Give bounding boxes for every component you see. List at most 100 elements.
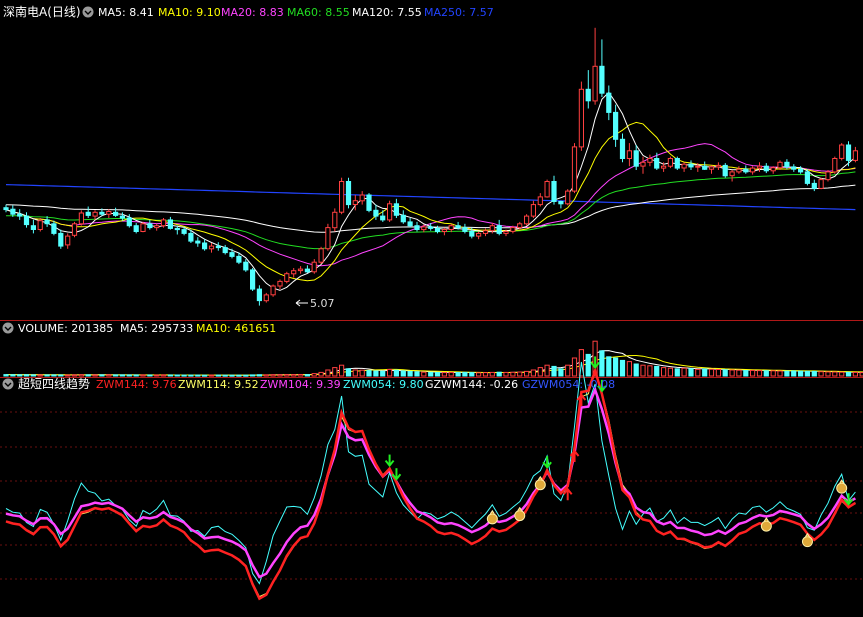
indicator-panel-toggle[interactable]	[2, 378, 14, 390]
volume-bar	[359, 369, 365, 377]
candlestick[interactable]	[524, 214, 530, 226]
volume-bar	[551, 365, 557, 377]
legend-vol-ma10: MA10: 461651	[196, 322, 276, 335]
volume-bar	[510, 371, 516, 377]
candlestick[interactable]	[674, 156, 680, 170]
candle-body	[517, 223, 523, 229]
legend-ma120: MA120: 7.55	[352, 6, 422, 19]
chevron-circle-icon[interactable]	[2, 378, 14, 390]
candlestick[interactable]	[318, 246, 324, 265]
volume-bar	[119, 374, 126, 377]
price-panel-toggle[interactable]	[82, 6, 94, 18]
volume-bar	[530, 369, 536, 377]
volume-bar	[222, 374, 228, 377]
candlestick[interactable]	[387, 200, 393, 222]
volume-bar	[619, 359, 626, 377]
candle-body	[51, 223, 57, 234]
volume-bar	[695, 368, 701, 377]
candle-body	[715, 164, 721, 168]
candlestick[interactable]	[140, 221, 146, 233]
legend-vol-ma5: MA5: 295733	[120, 322, 193, 335]
candle-body	[667, 158, 673, 167]
volume-bar	[92, 374, 98, 377]
legend-ma20: MA20: 8.83	[221, 6, 284, 19]
candlestick[interactable]	[544, 179, 550, 198]
candle-body	[202, 242, 208, 250]
candlestick[interactable]	[325, 223, 331, 251]
candle-body	[482, 230, 489, 234]
legend-zwm114: ZWM114: 9.52	[178, 378, 259, 391]
candle-body	[339, 181, 345, 213]
volume-bar	[17, 374, 23, 377]
volume-bar	[482, 372, 489, 377]
candlestick[interactable]	[250, 268, 256, 291]
volume-bar	[407, 370, 413, 377]
volume-bar	[37, 374, 43, 377]
candle-body	[113, 211, 119, 216]
candlestick[interactable]	[722, 163, 728, 178]
volume-bar	[154, 374, 160, 377]
volume-bar	[681, 367, 687, 377]
candle-body	[613, 111, 619, 140]
candlestick[interactable]	[578, 81, 584, 151]
volume-bar	[633, 363, 639, 377]
candlestick[interactable]	[825, 170, 831, 182]
candle-body	[291, 270, 297, 275]
legend-zwm054: ZWM054: 9.80	[343, 378, 424, 391]
volume-bar	[613, 357, 619, 377]
chevron-circle-icon[interactable]	[82, 6, 94, 18]
volume-panel-toggle[interactable]	[2, 322, 14, 334]
volume-bar	[44, 374, 50, 377]
volume-bar	[270, 374, 276, 377]
candle-body	[551, 181, 557, 202]
candlestick[interactable]	[284, 271, 290, 284]
candlestick[interactable]	[839, 143, 845, 161]
candlestick[interactable]	[366, 193, 372, 213]
volume-bar	[373, 370, 379, 377]
volume-bar	[708, 368, 715, 377]
candle-body	[729, 171, 735, 177]
volume-bar	[832, 371, 838, 377]
volume-bar	[400, 370, 406, 377]
candle-body	[270, 285, 276, 296]
candle-body	[571, 146, 578, 192]
money-bag-body	[514, 510, 526, 522]
candle-body	[387, 203, 393, 221]
candlestick[interactable]	[832, 156, 838, 174]
volume-bar	[818, 371, 824, 377]
volume-bar	[476, 372, 482, 377]
candlestick[interactable]	[270, 284, 276, 297]
candlestick[interactable]	[345, 177, 352, 209]
candlestick[interactable]	[332, 208, 338, 232]
candle-body	[852, 150, 858, 161]
candle-body	[304, 268, 310, 273]
candle-body	[647, 158, 653, 163]
chevron-circle-icon[interactable]	[2, 322, 14, 334]
candlestick[interactable]	[78, 210, 85, 226]
candlestick[interactable]	[571, 143, 578, 194]
legend-ma5: MA5: 8.41	[98, 6, 154, 19]
candle-body	[681, 163, 687, 169]
candle-body	[284, 273, 290, 282]
candlestick[interactable]	[71, 221, 78, 238]
candlestick[interactable]	[818, 177, 824, 190]
candlestick[interactable]	[804, 169, 810, 186]
candle-body	[154, 225, 160, 229]
volume-bar	[291, 374, 297, 377]
candle-body	[119, 215, 126, 219]
candlestick[interactable]	[565, 189, 571, 206]
candle-body	[160, 219, 167, 227]
candle-body	[784, 161, 790, 168]
candle-body	[544, 181, 550, 198]
volume-bar	[106, 374, 112, 377]
candle-body	[277, 280, 283, 287]
candle-body	[44, 219, 50, 225]
candle-body	[17, 213, 23, 217]
candle-body	[30, 225, 36, 230]
candlestick[interactable]	[339, 177, 345, 215]
candlestick[interactable]	[667, 156, 673, 169]
candlestick[interactable]	[160, 218, 167, 228]
candle-body	[434, 227, 441, 232]
money-bag-body	[836, 482, 848, 494]
candle-body	[71, 223, 78, 236]
